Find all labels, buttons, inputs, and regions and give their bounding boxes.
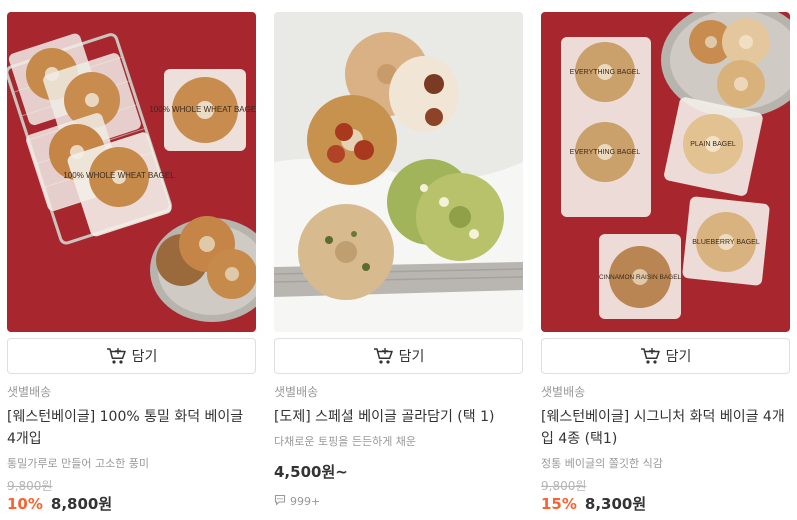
discount-rate: 10% (7, 495, 43, 513)
sale-price: 4,500원~ (274, 463, 348, 481)
delivery-type: 샛별배송 (7, 385, 52, 399)
product-card[interactable]: EVERYTHING BAGEL EVERYTHING BAGEL PLAIN … (541, 12, 790, 514)
add-to-cart-label: 담기 (131, 348, 158, 364)
bag-label-text: EVERYTHING BAGEL (570, 149, 641, 156)
delivery-type: 샛별배송 (274, 385, 319, 399)
cart-icon (373, 347, 393, 365)
sale-price: 8,800원 (50, 495, 113, 513)
product-description: 정통 베이글의 쫄깃한 식감 (541, 457, 663, 470)
bag-label-text: PLAIN BAGEL (690, 141, 736, 148)
add-to-cart-label: 담기 (398, 348, 425, 364)
product-title[interactable]: [도제] 스페셜 베이글 골라담기 (택 1) (274, 406, 523, 428)
bag-label-text: EVERYTHING BAGEL (570, 69, 641, 76)
review-count[interactable]: 999+ (274, 494, 523, 509)
product-image[interactable]: EVERYTHING BAGEL EVERYTHING BAGEL PLAIN … (541, 12, 790, 332)
add-to-cart-button[interactable]: 담기 (541, 338, 790, 374)
bag-label-text: CINNAMON RAISIN BAGEL (599, 274, 682, 281)
add-to-cart-button[interactable]: 담기 (274, 338, 523, 374)
sale-price: 8,300원 (584, 495, 647, 513)
delivery-type: 샛별배송 (541, 385, 586, 399)
product-card[interactable]: 담기 샛별배송 [도제] 스페셜 베이글 골라담기 (택 1) 다채로운 토핑을… (274, 12, 523, 509)
product-card[interactable]: 100% WHOLE WHEAT BAGEL 100% WHOLE WHEAT … (7, 12, 256, 514)
add-to-cart-button[interactable]: 담기 (7, 338, 256, 374)
bag-label-text: 100% WHOLE WHEAT BAGEL (63, 171, 175, 180)
product-description: 통밀가루로 만들어 고소한 풍미 (7, 457, 150, 470)
product-image[interactable] (274, 12, 523, 332)
speech-bubble-icon (274, 494, 286, 509)
cart-icon (106, 347, 126, 365)
cart-icon (640, 347, 660, 365)
product-description: 다채로운 토핑을 든든하게 채운 (274, 435, 417, 448)
discount-rate: 15% (541, 495, 577, 513)
product-title[interactable]: [웨스턴베이글] 시그니처 화덕 베이글 4개입 4종 (택1) (541, 406, 790, 450)
add-to-cart-label: 담기 (665, 348, 692, 364)
product-title[interactable]: [웨스턴베이글] 100% 통밀 화덕 베이글 4개입 (7, 406, 256, 450)
product-image[interactable]: 100% WHOLE WHEAT BAGEL 100% WHOLE WHEAT … (7, 12, 256, 332)
bag-label-text: 100% WHOLE WHEAT BAGEL (149, 105, 256, 114)
review-count-text: 999+ (290, 495, 321, 508)
original-price: 9,800원 (7, 479, 53, 493)
bag-label-text: BLUEBERRY BAGEL (692, 239, 760, 246)
original-price: 9,800원 (541, 479, 587, 493)
